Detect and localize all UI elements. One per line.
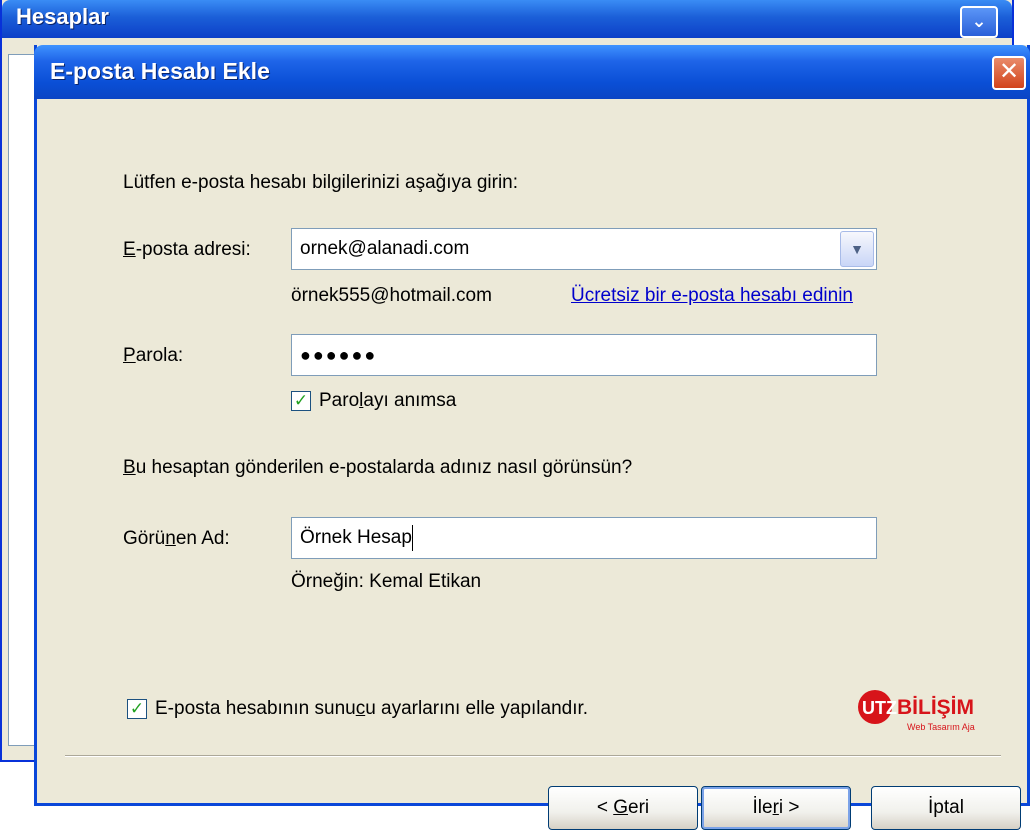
chevron-down-icon[interactable]: ⌄ — [960, 6, 998, 38]
close-icon: ✕ — [998, 58, 1020, 85]
manual-config-label: E-posta hesabının sunucu ayarlarını elle… — [155, 698, 589, 719]
close-button[interactable]: ✕ — [992, 56, 1026, 90]
back-button[interactable]: < Geri — [548, 786, 698, 830]
display-name-example: Örneğin: Kemal Etikan — [291, 571, 482, 592]
logo-brand-b: BİLİŞİM — [897, 696, 974, 719]
manual-config-checkbox[interactable]: ✓ — [127, 699, 147, 719]
dialog-titlebar: E-posta Hesabı Ekle ✕ — [34, 45, 1030, 99]
email-label: E-posta adresi: — [123, 239, 251, 260]
background-window-title: Hesaplar — [16, 4, 109, 29]
display-name-value: Örnek Hesap — [300, 527, 412, 548]
password-field[interactable]: ●●●●●● — [291, 334, 877, 376]
chevron-down-icon[interactable]: ▼ — [840, 231, 874, 267]
logo-tagline: Web Tasarım Ajansı — [907, 722, 975, 732]
logo-brand-a: UTZ — [862, 698, 897, 718]
remember-password-checkbox[interactable]: ✓ — [291, 391, 311, 411]
email-value: ornek@alanadi.com — [300, 238, 470, 259]
next-button[interactable]: İleri > — [701, 786, 851, 830]
text-caret — [411, 524, 413, 551]
email-example: örnek555@hotmail.com — [291, 285, 492, 306]
password-value: ●●●●●● — [300, 345, 378, 365]
background-titlebar: Hesaplar ⌄ — [2, 0, 1012, 38]
add-email-account-dialog: E-posta Hesabı Ekle ✕ Lütfen e-posta hes… — [34, 45, 1030, 830]
dialog-title: E-posta Hesabı Ekle — [50, 58, 270, 84]
display-name-prompt: Bu hesaptan gönderilen e-postalarda adın… — [123, 457, 633, 478]
display-name-label: Görünen Ad: — [123, 528, 230, 549]
cancel-button[interactable]: İptal — [871, 786, 1021, 830]
utz-bilisim-logo: UTZ BİLİŞİM Web Tasarım Ajansı — [858, 690, 975, 732]
free-account-link[interactable]: Ücretsiz bir e-posta hesabı edinin — [571, 285, 853, 307]
display-name-field[interactable]: Örnek Hesap — [291, 517, 877, 559]
email-combobox[interactable]: ornek@alanadi.com ▼ — [291, 228, 877, 270]
intro-text: Lütfen e-posta hesabı bilgilerinizi aşağ… — [123, 172, 519, 193]
password-label: Parola: — [123, 345, 184, 366]
remember-password-label: Parolayı anımsa — [319, 390, 457, 411]
dialog-body: Lütfen e-posta hesabı bilgilerinizi aşağ… — [37, 99, 1027, 830]
separator — [65, 755, 1001, 757]
